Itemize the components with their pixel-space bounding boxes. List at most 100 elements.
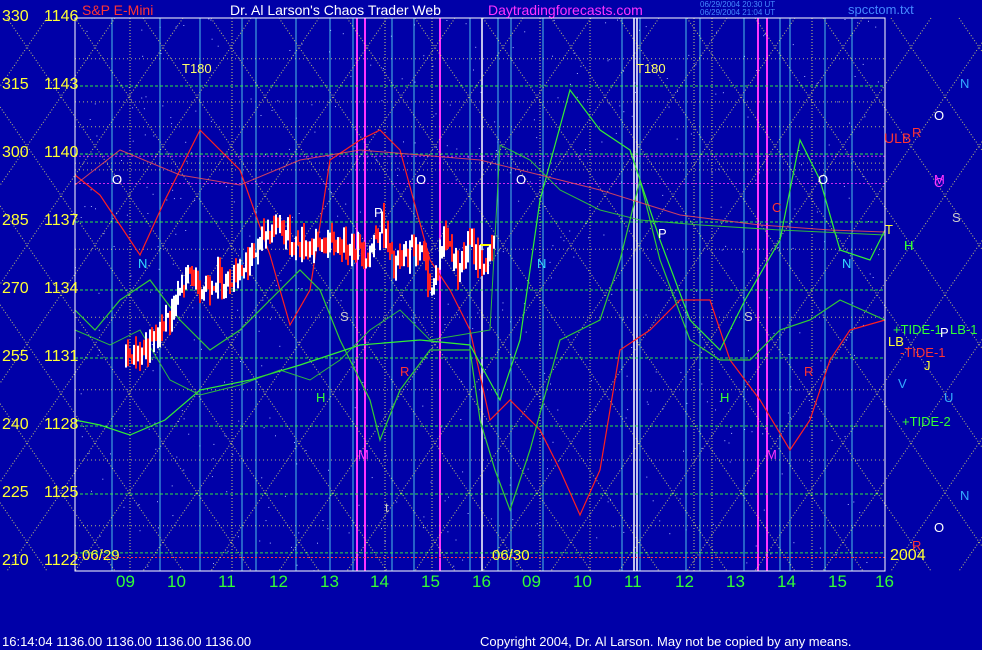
chart-marker: O xyxy=(818,172,829,187)
star-dot xyxy=(843,185,845,187)
star-dot xyxy=(796,389,798,391)
star-dot xyxy=(191,152,193,154)
x-tick-hour: 11 xyxy=(218,572,236,591)
star-dot xyxy=(695,64,697,66)
star-dot xyxy=(611,293,613,295)
y-tick-left: 330 xyxy=(2,8,29,25)
y-tick-left: 300 xyxy=(2,144,29,161)
chart-marker: C xyxy=(772,200,782,215)
star-dot xyxy=(150,291,151,293)
chart-title: Dr. Al Larson's Chaos Trader Web xyxy=(230,2,441,18)
star-dot xyxy=(477,312,479,314)
star-dot xyxy=(580,65,582,67)
star-dot xyxy=(327,528,329,530)
star-dot xyxy=(764,34,766,35)
star-dot xyxy=(447,303,449,305)
star-dot xyxy=(345,203,347,205)
chart-marker: t xyxy=(385,500,389,515)
star-dot xyxy=(494,121,496,123)
star-dot xyxy=(249,235,251,237)
star-dot xyxy=(143,108,145,110)
star-dot xyxy=(623,531,625,533)
star-dot xyxy=(607,501,609,503)
star-dot xyxy=(261,477,263,479)
chart-marker: H xyxy=(316,390,326,405)
star-dot xyxy=(435,113,437,115)
star-dot xyxy=(603,234,605,236)
star-dot xyxy=(166,199,168,201)
star-dot xyxy=(157,246,159,248)
x-tick-hour: 12 xyxy=(269,572,288,591)
star-dot xyxy=(536,523,538,525)
star-dot xyxy=(612,526,614,528)
star-dot xyxy=(455,539,457,541)
star-dot xyxy=(288,148,290,150)
star-dot xyxy=(662,194,664,196)
star-dot xyxy=(792,247,794,249)
star-dot xyxy=(547,468,548,470)
y-tick-price: 1125 xyxy=(44,484,79,501)
star-dot xyxy=(180,197,182,199)
star-dot xyxy=(157,501,158,503)
star-dot xyxy=(269,318,271,320)
star-dot xyxy=(226,491,228,493)
star-dot xyxy=(792,44,794,46)
star-dot xyxy=(173,198,175,200)
star-dot xyxy=(622,318,624,320)
star-dot xyxy=(358,504,360,506)
star-dot xyxy=(183,25,185,26)
star-dot xyxy=(718,168,720,170)
star-dot xyxy=(712,523,714,525)
star-dot xyxy=(171,485,173,487)
star-dot xyxy=(237,309,239,311)
star-dot xyxy=(787,412,789,414)
star-dot xyxy=(655,371,657,373)
date-label-0629: 06/29 xyxy=(82,547,120,564)
star-dot xyxy=(430,292,431,294)
star-dot xyxy=(185,141,187,143)
star-dot xyxy=(354,407,356,409)
star-dot xyxy=(359,211,361,213)
star-dot xyxy=(518,200,520,202)
x-tick-hour: 15 xyxy=(828,572,847,591)
star-dot xyxy=(552,55,553,57)
x-tick-hour: 10 xyxy=(167,572,186,591)
y-tick-price: 1137 xyxy=(44,212,79,229)
star-dot xyxy=(676,138,678,140)
star-dot xyxy=(183,418,185,420)
y-tick-left: 210 xyxy=(2,552,29,569)
star-dot xyxy=(473,69,474,71)
star-dot xyxy=(110,453,111,455)
star-dot xyxy=(645,314,647,316)
site-link[interactable]: Daytradingforecasts.com xyxy=(488,3,643,17)
planet-symbol: R xyxy=(912,125,922,140)
star-dot xyxy=(831,440,833,441)
x-tick-hour: 13 xyxy=(726,572,745,591)
star-dot xyxy=(138,504,140,505)
star-dot xyxy=(225,186,227,188)
star-dot xyxy=(659,520,661,522)
star-dot xyxy=(172,263,174,265)
star-dot xyxy=(819,547,821,549)
star-dot xyxy=(296,564,298,566)
star-dot xyxy=(544,372,546,374)
planet-symbol: V xyxy=(898,376,907,391)
y-tick-price: 1134 xyxy=(44,280,79,297)
star-dot xyxy=(275,285,277,287)
star-dot xyxy=(96,135,98,137)
star-dot xyxy=(607,60,609,62)
star-dot xyxy=(89,119,91,120)
star-dot xyxy=(794,208,796,210)
planet-symbol: H xyxy=(904,238,914,253)
star-dot xyxy=(444,500,446,502)
star-dot xyxy=(502,251,504,253)
star-dot xyxy=(502,302,504,304)
data-file-name: spcctom.txt xyxy=(848,2,914,17)
star-dot xyxy=(396,501,398,503)
tide-minus-1-label: -TIDE-1 xyxy=(900,345,946,360)
star-dot xyxy=(208,18,210,20)
star-dot xyxy=(153,135,155,137)
star-dot xyxy=(261,181,263,183)
star-dot xyxy=(103,233,105,235)
star-dot xyxy=(250,98,252,100)
